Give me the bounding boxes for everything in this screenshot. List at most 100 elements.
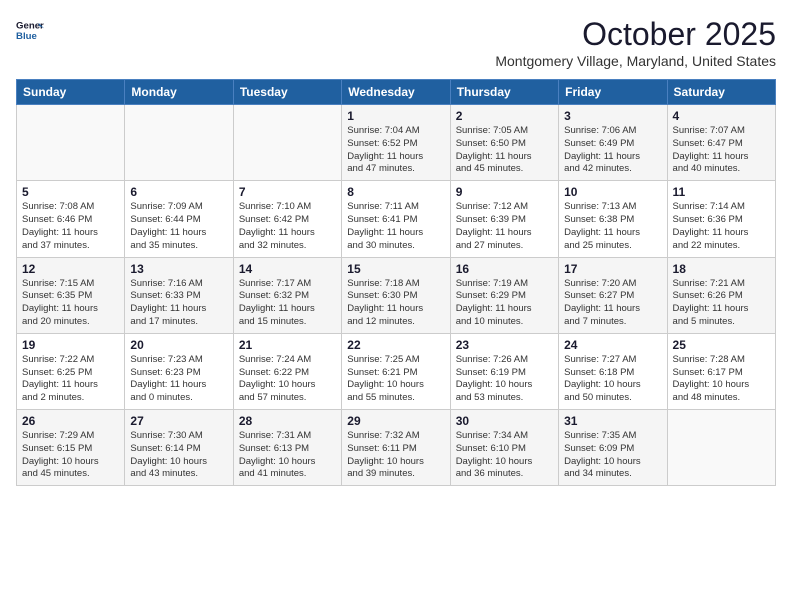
day-number: 26 (22, 414, 119, 428)
calendar-cell: 12 Sunrise: 7:15 AMSunset: 6:35 PMDayligh… (17, 257, 125, 333)
calendar-cell: 14 Sunrise: 7:17 AMSunset: 6:32 PMDayligh… (233, 257, 341, 333)
calendar-cell: 17 Sunrise: 7:20 AMSunset: 6:27 PMDayligh… (559, 257, 667, 333)
day-number: 31 (564, 414, 661, 428)
calendar-cell: 13 Sunrise: 7:16 AMSunset: 6:33 PMDayligh… (125, 257, 233, 333)
day-info: Sunrise: 7:26 AMSunset: 6:19 PMDaylight:… (456, 354, 553, 405)
calendar-cell: 16Sunrise: 7:19 AMSunset: 6:29 PMDayligh… (450, 257, 558, 333)
day-number: 5 (22, 185, 119, 199)
day-info: Sunrise: 7:18 AMSunset: 6:30 PMDaylight:… (347, 278, 444, 329)
day-number: 29 (347, 414, 444, 428)
day-number: 6 (130, 185, 227, 199)
calendar-cell: 25Sunrise: 7:28 AMSunset: 6:17 PMDayligh… (667, 333, 775, 409)
calendar-week-3: 12 Sunrise: 7:15 AMSunset: 6:35 PMDayligh… (17, 257, 776, 333)
weekday-header-thursday: Thursday (450, 80, 558, 105)
weekday-header-saturday: Saturday (667, 80, 775, 105)
title-block: October 2025 Montgomery Village, Marylan… (495, 16, 776, 69)
day-info: Sunrise: 7:04 AMSunset: 6:52 PMDaylight:… (347, 125, 444, 176)
calendar-week-4: 19 Sunrise: 7:22 AMSunset: 6:25 PMDayligh… (17, 333, 776, 409)
location-title: Montgomery Village, Maryland, United Sta… (495, 53, 776, 69)
day-number: 15 (347, 262, 444, 276)
day-info: Sunrise: 7:21 AMSunset: 6:26 PMDaylight:… (673, 278, 770, 329)
calendar-cell (667, 410, 775, 486)
calendar-cell: 19 Sunrise: 7:22 AMSunset: 6:25 PMDayligh… (17, 333, 125, 409)
day-info: Sunrise: 7:17 AMSunset: 6:32 PMDaylight:… (239, 278, 336, 329)
calendar-week-1: 1 Sunrise: 7:04 AMSunset: 6:52 PMDaylight… (17, 105, 776, 181)
calendar-cell: 20 Sunrise: 7:23 AMSunset: 6:23 PMDayligh… (125, 333, 233, 409)
calendar-cell (17, 105, 125, 181)
day-number: 28 (239, 414, 336, 428)
calendar-cell: 7 Sunrise: 7:10 AMSunset: 6:42 PMDaylight… (233, 181, 341, 257)
calendar-cell: 11 Sunrise: 7:14 AMSunset: 6:36 PMDayligh… (667, 181, 775, 257)
weekday-header-sunday: Sunday (17, 80, 125, 105)
day-number: 24 (564, 338, 661, 352)
day-info: Sunrise: 7:15 AMSunset: 6:35 PMDaylight:… (22, 278, 119, 329)
calendar-cell: 21Sunrise: 7:24 AMSunset: 6:22 PMDayligh… (233, 333, 341, 409)
calendar-cell: 2Sunrise: 7:05 AMSunset: 6:50 PMDaylight… (450, 105, 558, 181)
weekday-header-tuesday: Tuesday (233, 80, 341, 105)
calendar-cell: 28Sunrise: 7:31 AMSunset: 6:13 PMDayligh… (233, 410, 341, 486)
day-info: Sunrise: 7:13 AMSunset: 6:38 PMDaylight:… (564, 201, 661, 252)
calendar-cell: 5 Sunrise: 7:08 AMSunset: 6:46 PMDaylight… (17, 181, 125, 257)
calendar-cell: 30 Sunrise: 7:34 AMSunset: 6:10 PMDayligh… (450, 410, 558, 486)
day-info: Sunrise: 7:23 AMSunset: 6:23 PMDaylight:… (130, 354, 227, 405)
calendar-cell: 22 Sunrise: 7:25 AMSunset: 6:21 PMDayligh… (342, 333, 450, 409)
calendar-cell: 18 Sunrise: 7:21 AMSunset: 6:26 PMDayligh… (667, 257, 775, 333)
calendar-week-5: 26 Sunrise: 7:29 AMSunset: 6:15 PMDayligh… (17, 410, 776, 486)
calendar-cell: 3 Sunrise: 7:06 AMSunset: 6:49 PMDaylight… (559, 105, 667, 181)
calendar-cell: 9 Sunrise: 7:12 AMSunset: 6:39 PMDaylight… (450, 181, 558, 257)
day-number: 22 (347, 338, 444, 352)
day-number: 3 (564, 109, 661, 123)
calendar-cell: 10Sunrise: 7:13 AMSunset: 6:38 PMDayligh… (559, 181, 667, 257)
page-header: General Blue October 2025 Montgomery Vil… (16, 16, 776, 69)
weekday-header-row: SundayMondayTuesdayWednesdayThursdayFrid… (17, 80, 776, 105)
day-number: 16 (456, 262, 553, 276)
calendar-cell: 24 Sunrise: 7:27 AMSunset: 6:18 PMDayligh… (559, 333, 667, 409)
calendar-cell (125, 105, 233, 181)
calendar-cell: 6 Sunrise: 7:09 AMSunset: 6:44 PMDaylight… (125, 181, 233, 257)
day-info: Sunrise: 7:27 AMSunset: 6:18 PMDaylight:… (564, 354, 661, 405)
day-info: Sunrise: 7:34 AMSunset: 6:10 PMDaylight:… (456, 430, 553, 481)
day-info: Sunrise: 7:22 AMSunset: 6:25 PMDaylight:… (22, 354, 119, 405)
day-number: 23 (456, 338, 553, 352)
day-info: Sunrise: 7:25 AMSunset: 6:21 PMDaylight:… (347, 354, 444, 405)
day-number: 21 (239, 338, 336, 352)
svg-text:Blue: Blue (16, 31, 37, 42)
day-info: Sunrise: 7:35 AMSunset: 6:09 PMDaylight:… (564, 430, 661, 481)
day-number: 2 (456, 109, 553, 123)
weekday-header-monday: Monday (125, 80, 233, 105)
day-number: 17 (564, 262, 661, 276)
day-number: 19 (22, 338, 119, 352)
day-number: 1 (347, 109, 444, 123)
day-number: 18 (673, 262, 770, 276)
day-number: 8 (347, 185, 444, 199)
calendar-cell: 15 Sunrise: 7:18 AMSunset: 6:30 PMDayligh… (342, 257, 450, 333)
calendar-cell: 4Sunrise: 7:07 AMSunset: 6:47 PMDaylight… (667, 105, 775, 181)
calendar-cell: 31 Sunrise: 7:35 AMSunset: 6:09 PMDayligh… (559, 410, 667, 486)
day-info: Sunrise: 7:06 AMSunset: 6:49 PMDaylight:… (564, 125, 661, 176)
calendar-cell: 29Sunrise: 7:32 AMSunset: 6:11 PMDayligh… (342, 410, 450, 486)
weekday-header-wednesday: Wednesday (342, 80, 450, 105)
day-info: Sunrise: 7:29 AMSunset: 6:15 PMDaylight:… (22, 430, 119, 481)
day-number: 30 (456, 414, 553, 428)
calendar-week-2: 5 Sunrise: 7:08 AMSunset: 6:46 PMDaylight… (17, 181, 776, 257)
day-info: Sunrise: 7:20 AMSunset: 6:27 PMDaylight:… (564, 278, 661, 329)
day-info: Sunrise: 7:09 AMSunset: 6:44 PMDaylight:… (130, 201, 227, 252)
day-number: 27 (130, 414, 227, 428)
day-info: Sunrise: 7:12 AMSunset: 6:39 PMDaylight:… (456, 201, 553, 252)
day-number: 11 (673, 185, 770, 199)
day-number: 7 (239, 185, 336, 199)
day-info: Sunrise: 7:08 AMSunset: 6:46 PMDaylight:… (22, 201, 119, 252)
day-info: Sunrise: 7:10 AMSunset: 6:42 PMDaylight:… (239, 201, 336, 252)
day-number: 14 (239, 262, 336, 276)
day-info: Sunrise: 7:16 AMSunset: 6:33 PMDaylight:… (130, 278, 227, 329)
day-number: 12 (22, 262, 119, 276)
day-number: 9 (456, 185, 553, 199)
day-info: Sunrise: 7:14 AMSunset: 6:36 PMDaylight:… (673, 201, 770, 252)
day-number: 13 (130, 262, 227, 276)
day-info: Sunrise: 7:11 AMSunset: 6:41 PMDaylight:… (347, 201, 444, 252)
day-number: 20 (130, 338, 227, 352)
calendar-cell: 26 Sunrise: 7:29 AMSunset: 6:15 PMDayligh… (17, 410, 125, 486)
day-info: Sunrise: 7:30 AMSunset: 6:14 PMDaylight:… (130, 430, 227, 481)
day-number: 25 (673, 338, 770, 352)
logo-icon: General Blue (16, 16, 44, 44)
